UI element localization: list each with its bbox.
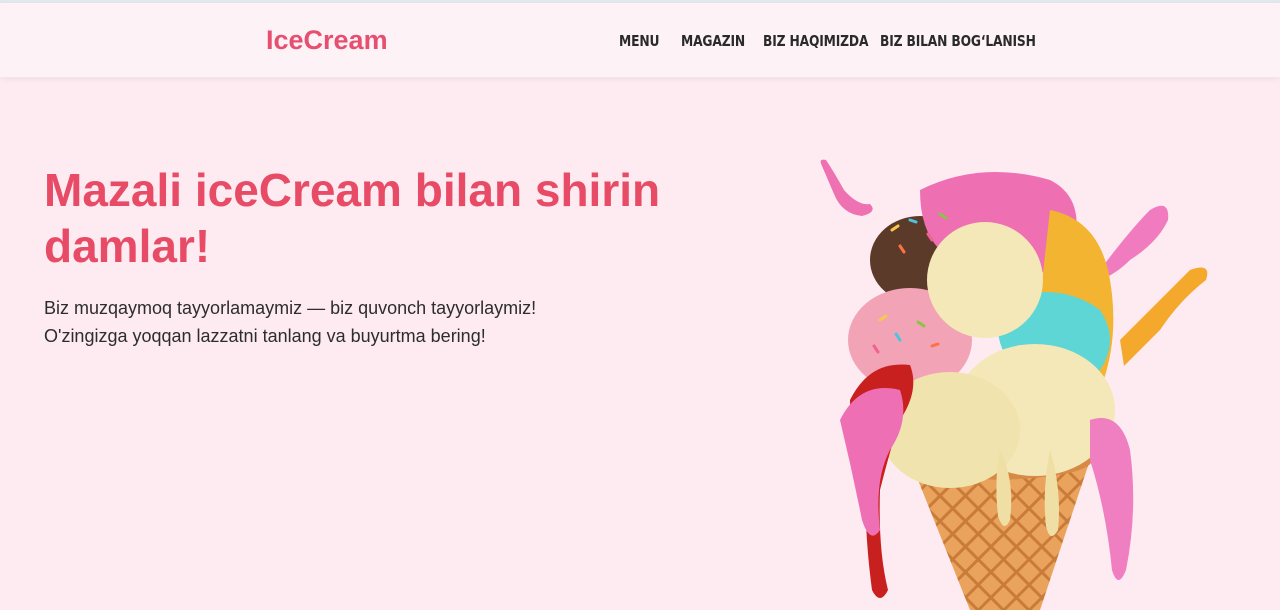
hero-description-line-1: Biz muzqaymoq tayyorlamaymiz — biz quvon… (44, 298, 537, 318)
nav-link-contact[interactable]: BIZ BILAN BOG‘LANISH (880, 32, 1036, 50)
hero-description: Biz muzqaymoq tayyorlamaymiz — biz quvon… (44, 294, 664, 350)
main-nav: MENU MAGAZIN BIZ HAQIMIZDA BIZ BILAN BOG… (619, 32, 1036, 50)
hero-title: Mazali iceCream bilan shirin damlar! (44, 164, 661, 272)
nav-link-menu[interactable]: MENU (619, 32, 659, 50)
site-header: IceCream MENU MAGAZIN BIZ HAQIMIZDA BIZ … (0, 3, 1280, 77)
ice-cream-cone-illustration (820, 159, 1208, 610)
nav-link-magazin[interactable]: MAGAZIN (681, 32, 745, 50)
nav-link-about[interactable]: BIZ HAQIMIZDA (763, 32, 868, 50)
site-logo[interactable]: IceCream (266, 25, 388, 56)
hero-description-line-2: O'zingizga yoqqan lazzatni tanlang va bu… (44, 326, 486, 346)
